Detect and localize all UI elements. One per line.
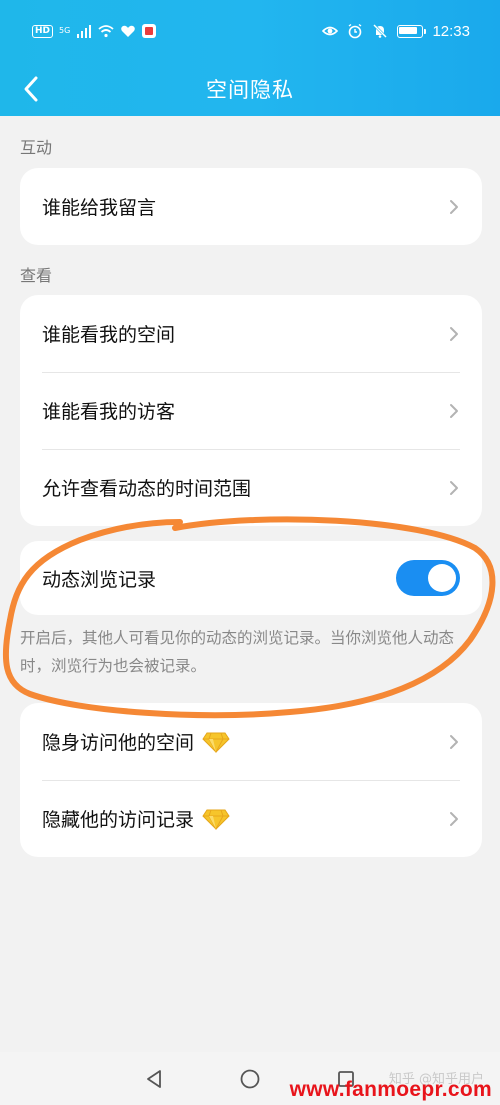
heart-icon <box>121 25 136 37</box>
row-label-wrap: 隐身访问他的空间 <box>42 728 230 755</box>
chevron-right-icon <box>450 480 458 495</box>
row-who-can-see-space[interactable]: 谁能看我的空间 <box>20 295 482 372</box>
section-label-view: 查看 <box>20 266 53 285</box>
system-home-button[interactable] <box>237 1066 263 1092</box>
row-label: 谁能看我的空间 <box>42 324 176 346</box>
status-left: HD 5G <box>32 23 157 39</box>
battery-icon <box>397 24 427 38</box>
row-hide-visit-record[interactable]: 隐藏他的访问记录 <box>20 780 482 857</box>
chevron-left-icon <box>24 76 38 102</box>
mute-bell-icon <box>373 24 388 38</box>
triangle-back-icon <box>147 1069 161 1088</box>
toggle-knob <box>428 564 456 592</box>
site-watermark: www.fanmoepr.com <box>289 1078 492 1101</box>
card-browse-record: 动态浏览记录 <box>20 541 482 615</box>
status-time: 12:33 <box>432 22 470 40</box>
chevron-right-icon <box>450 734 458 749</box>
row-invisible-visit[interactable]: 隐身访问他的空间 <box>20 703 482 780</box>
row-who-can-see-visitors[interactable]: 谁能看我的访客 <box>20 372 482 449</box>
status-right: 12:33 <box>322 23 470 40</box>
app-header: HD 5G 12:33 空间隐私 <box>0 0 500 116</box>
alarm-icon <box>349 23 362 39</box>
card-view: 谁能看我的空间 谁能看我的访客 允许查看动态的时间范围 <box>20 295 482 526</box>
section-label-interaction: 互动 <box>20 138 53 157</box>
diamond-icon <box>202 732 230 753</box>
row-label: 隐身访问他的空间 <box>42 732 195 754</box>
card-interaction: 谁能给我留言 <box>20 168 482 245</box>
system-back-button[interactable] <box>141 1066 167 1092</box>
diamond-icon <box>202 809 230 830</box>
card-vip: 隐身访问他的空间 隐藏他的访问记录 <box>20 703 482 857</box>
circle-home-icon <box>240 1069 260 1088</box>
signal-icon <box>77 25 92 38</box>
chevron-right-icon <box>450 199 458 214</box>
chevron-right-icon <box>450 811 458 826</box>
nav-bar: 空间隐私 <box>0 62 500 116</box>
row-label: 隐藏他的访问记录 <box>42 809 195 831</box>
row-who-can-message[interactable]: 谁能给我留言 <box>20 168 482 245</box>
chevron-right-icon <box>450 403 458 418</box>
row-label: 允许查看动态的时间范围 <box>42 478 252 500</box>
eye-icon <box>322 26 339 36</box>
browse-record-toggle[interactable] <box>396 560 460 596</box>
app-notification-icon <box>142 24 157 38</box>
row-browse-record: 动态浏览记录 <box>20 541 482 615</box>
browse-record-description: 开启后，其他人可看见你的动态的浏览记录。当你浏览他人动态时，浏览行为也会被记录。 <box>20 629 455 675</box>
row-label-wrap: 隐藏他的访问记录 <box>42 805 230 832</box>
page-title: 空间隐私 <box>206 78 294 102</box>
row-feed-time-range[interactable]: 允许查看动态的时间范围 <box>20 449 482 526</box>
row-label: 谁能给我留言 <box>42 197 157 219</box>
hd-badge: HD <box>32 24 54 38</box>
back-button[interactable] <box>8 66 54 112</box>
wifi-icon <box>98 25 114 38</box>
status-bar: HD 5G 12:33 <box>0 0 500 62</box>
chevron-right-icon <box>450 326 458 341</box>
network-type: 5G <box>59 26 71 35</box>
row-label: 动态浏览记录 <box>42 568 157 591</box>
row-label: 谁能看我的访客 <box>42 401 176 423</box>
